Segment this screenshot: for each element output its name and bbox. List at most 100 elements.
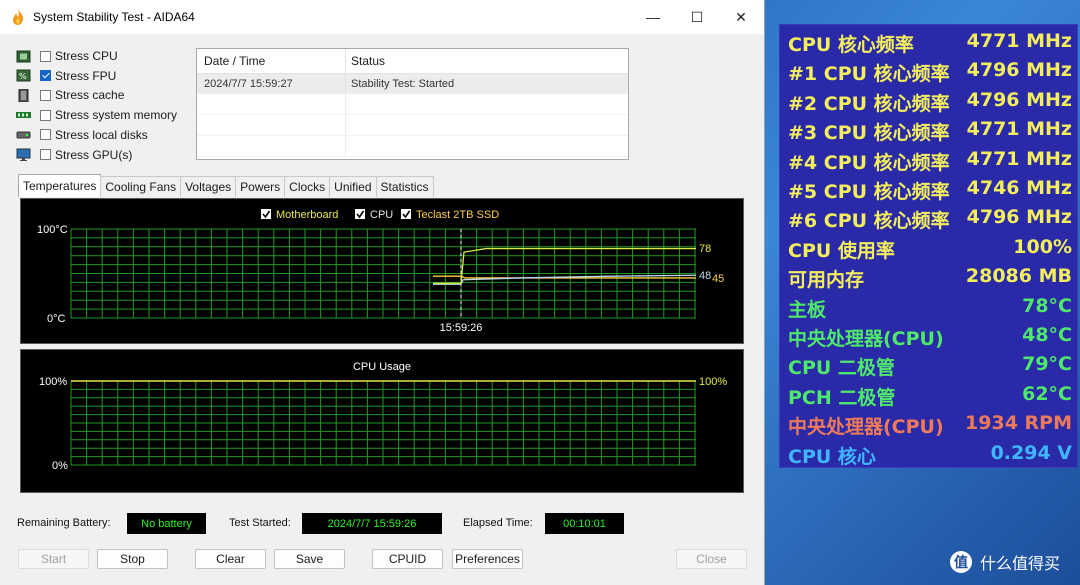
stress-option[interactable]: Stress cache: [16, 86, 186, 104]
table-row-empty: [197, 94, 628, 115]
y-axis-max-label: 100°C: [37, 224, 68, 236]
y-axis-min-label: 0°C: [47, 313, 66, 325]
osd-value: 79°C: [1022, 353, 1072, 376]
stress-option[interactable]: Stress system memory: [16, 106, 186, 124]
elapsed-time-label: Elapsed Time:: [463, 517, 533, 529]
legend-item: Motherboard: [261, 209, 338, 221]
title-bar[interactable]: System Stability Test - AIDA64 — ☐ ✕: [0, 0, 764, 34]
osd-label: #1 CPU 核心频率: [788, 63, 950, 86]
header-status[interactable]: Status: [346, 49, 628, 73]
motherboard-end-value: 78: [699, 243, 711, 255]
osd-value: 4771 MHz: [966, 118, 1072, 141]
table-row[interactable]: 2024/7/7 15:59:27 Stability Test: Starte…: [197, 74, 628, 94]
osd-row: 中央处理器(CPU) 48°C: [788, 322, 1072, 351]
legend-item: CPU: [355, 209, 393, 221]
osd-value: 0.294 V: [990, 441, 1072, 464]
y-axis-min-label: 0%: [52, 460, 68, 472]
tab-powers[interactable]: Powers: [235, 176, 286, 197]
stress-label: Stress cache: [55, 88, 125, 103]
start-button[interactable]: Start: [18, 549, 89, 569]
log-header: Date / Time Status: [197, 49, 628, 74]
osd-value: 4796 MHz: [966, 59, 1072, 82]
legend-label: Teclast 2TB SSD: [416, 209, 499, 221]
y-axis-max-label: 100%: [39, 376, 67, 388]
osd-row: PCH 二极管 62°C: [788, 381, 1072, 410]
clear-button[interactable]: Clear: [195, 549, 266, 569]
stress-label: Stress CPU: [55, 49, 118, 63]
cpu-usage-title: CPU Usage: [353, 361, 411, 373]
stop-button[interactable]: Stop: [97, 549, 168, 569]
stress-label: Stress local disks: [55, 127, 148, 142]
stress-checkbox[interactable]: [40, 50, 51, 62]
close-button[interactable]: Close: [676, 549, 747, 569]
stability-test-window: System Stability Test - AIDA64 — ☐ ✕ Str…: [0, 0, 765, 585]
osd-value: 4796 MHz: [966, 88, 1072, 111]
tab-clocks[interactable]: Clocks: [284, 176, 331, 197]
osd-label: 中央处理器(CPU): [788, 328, 944, 350]
osd-value: 1934 RPM: [965, 412, 1072, 435]
tab-unified[interactable]: Unified: [329, 176, 377, 197]
row-status: Stability Test: Started: [351, 78, 455, 90]
brand-logo-icon: 值: [950, 551, 972, 573]
osd-value: 4746 MHz: [966, 177, 1072, 199]
stress-checkbox[interactable]: [40, 109, 51, 121]
stress-option[interactable]: Stress local disks: [16, 126, 186, 144]
monitor-icon: [16, 148, 31, 161]
cpu-usage-graph: CPU Usage 100% 0% 100%: [20, 349, 744, 493]
cpu-usage-graph-svg: CPU Usage 100% 0% 100%: [39, 361, 727, 472]
osd-row: #1 CPU 核心频率 4796 MHz: [788, 57, 1072, 86]
cpu-usage-end-value: 100%: [699, 376, 727, 388]
stress-checkbox[interactable]: [40, 89, 51, 101]
osd-value: 28086 MB: [965, 265, 1072, 288]
osd-row: #3 CPU 核心频率 4771 MHz: [788, 116, 1072, 145]
osd-row: CPU 核心 0.294 V: [788, 440, 1072, 469]
elapsed-time-value: 00:10:01: [545, 513, 624, 534]
osd-row: 主板 78°C: [788, 293, 1072, 322]
preferences-button[interactable]: Preferences: [452, 549, 523, 569]
osd-label: 主板: [788, 298, 827, 321]
ssd-end-value: 45: [712, 273, 724, 285]
save-button[interactable]: Save: [274, 549, 345, 569]
osd-label: CPU 核心: [788, 445, 876, 468]
osd-value: 62°C: [1022, 382, 1072, 405]
tab-voltages[interactable]: Voltages: [180, 176, 237, 197]
cpu-chip-icon: [16, 50, 31, 62]
minimize-button[interactable]: —: [630, 0, 676, 34]
sensor-osd-panel: CPU 核心频率 4771 MHz #1 CPU 核心频率 4796 MHz #2 CP…: [779, 24, 1078, 468]
stress-option[interactable]: Stress CPU: [16, 47, 186, 65]
osd-row: 可用内存 28086 MB: [788, 263, 1072, 292]
osd-label: 中央处理器(CPU): [788, 416, 944, 439]
osd-row: CPU 使用率 100%: [788, 234, 1072, 263]
cpuid-button[interactable]: CPUID: [372, 549, 443, 569]
brand-text: 什么值得买: [980, 554, 1061, 573]
stress-checkbox[interactable]: [40, 129, 51, 141]
header-datetime[interactable]: Date / Time: [197, 49, 346, 73]
osd-label: #6 CPU 核心频率: [788, 210, 950, 233]
osd-label: #4 CPU 核心频率: [788, 151, 950, 174]
osd-value: 48°C: [1022, 324, 1072, 346]
legend-item: Teclast 2TB SSD: [401, 209, 499, 221]
osd-value: 78°C: [1022, 294, 1072, 317]
tab-cooling-fans[interactable]: Cooling Fans: [100, 176, 182, 197]
stress-label: Stress FPU: [55, 68, 117, 83]
status-log-table[interactable]: Date / Time Status 2024/7/7 15:59:27 Sta…: [196, 48, 629, 160]
close-window-button[interactable]: ✕: [718, 0, 764, 34]
osd-row: #6 CPU 核心频率 4796 MHz: [788, 204, 1072, 233]
test-started-label: Test Started:: [229, 517, 291, 529]
osd-row: #2 CPU 核心频率 4796 MHz: [788, 87, 1072, 116]
tab-temperatures[interactable]: Temperatures: [18, 174, 102, 197]
tab-statistics[interactable]: Statistics: [375, 176, 434, 197]
stress-checkbox[interactable]: [40, 149, 51, 160]
osd-row: CPU 核心频率 4771 MHz: [788, 28, 1072, 57]
stress-label: Stress GPU(s): [55, 147, 133, 162]
stress-label: Stress system memory: [55, 108, 178, 123]
stress-option[interactable]: Stress GPU(s): [16, 146, 186, 164]
osd-value: 4796 MHz: [966, 206, 1072, 229]
table-row-empty: [197, 115, 628, 136]
maximize-button[interactable]: ☐: [674, 0, 720, 34]
stress-checkbox[interactable]: [40, 70, 51, 82]
graph-tabs: Temperatures Cooling Fans Voltages Powers Cl…: [18, 174, 434, 197]
stress-option[interactable]: % Stress FPU: [16, 67, 186, 85]
memory-icon: [16, 111, 31, 118]
watermark-brand: 值 什么值得买: [950, 550, 1060, 574]
